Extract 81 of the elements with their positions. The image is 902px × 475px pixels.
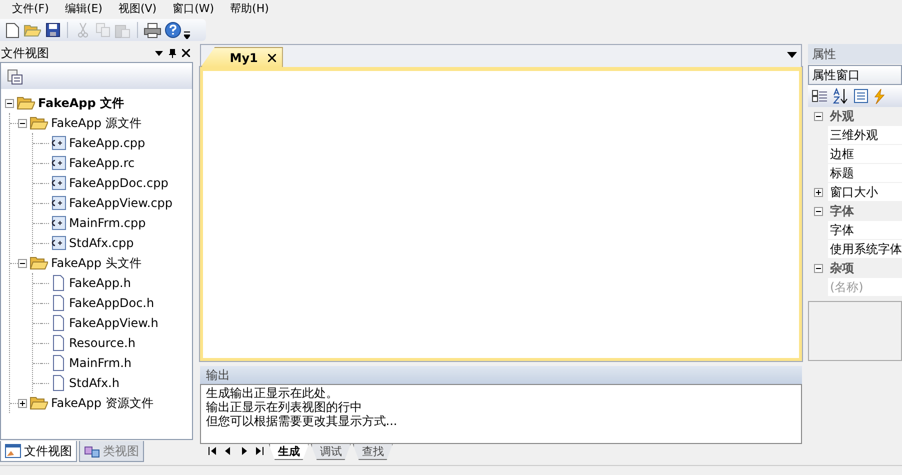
property-page-icon[interactable] xyxy=(854,89,868,103)
sort-icon[interactable] xyxy=(833,88,849,104)
collapse-icon[interactable] xyxy=(814,264,822,272)
output-line: 输出正显示在列表视图的行中 xyxy=(206,400,363,414)
printer-button[interactable] xyxy=(144,22,161,38)
panel-title: 属性 xyxy=(812,46,836,63)
menu-item[interactable]: 文件(F) xyxy=(4,0,57,18)
property-name[interactable]: 使用系统字体 xyxy=(828,240,902,258)
lightning-icon[interactable] xyxy=(873,88,885,104)
tree-item[interactable]: FakeApp 头文件 xyxy=(48,254,142,272)
help-button[interactable] xyxy=(164,22,181,38)
panel-tab[interactable]: 文件视图 xyxy=(0,441,77,462)
tree-item[interactable]: FakeApp 源文件 xyxy=(48,114,142,132)
tree-item[interactable]: MainFrm.cpp xyxy=(66,214,146,232)
close-icon[interactable] xyxy=(182,49,190,57)
menu-item[interactable]: 帮助(H) xyxy=(222,0,277,18)
tree-item[interactable]: StdAfx.h xyxy=(66,374,120,392)
collapse-icon[interactable] xyxy=(18,118,27,128)
tree-item[interactable]: FakeApp.h xyxy=(66,274,131,292)
tree-item[interactable]: FakeAppDoc.h xyxy=(66,294,154,312)
expand-icon[interactable] xyxy=(814,188,822,196)
collapse-icon[interactable] xyxy=(5,98,14,108)
menu-item[interactable]: 编辑(E) xyxy=(56,0,110,18)
document-tab[interactable]: My1 xyxy=(200,47,283,67)
categorized-icon[interactable] xyxy=(812,89,828,103)
cpp-file-icon xyxy=(49,156,66,170)
cpp-file-icon xyxy=(49,176,66,190)
tree-item[interactable]: Resource.h xyxy=(66,334,136,352)
tree-item[interactable]: FakeApp 资源文件 xyxy=(48,394,154,412)
expand-icon[interactable] xyxy=(18,398,27,408)
output-tab[interactable]: 查找 xyxy=(352,444,393,460)
save-button[interactable] xyxy=(44,22,61,38)
panel-title: 输出 xyxy=(206,367,230,384)
tree-item[interactable]: FakeAppView.cpp xyxy=(66,194,173,212)
tree-item[interactable]: MainFrm.h xyxy=(66,354,132,372)
property-name[interactable]: 三维外观 xyxy=(828,126,902,144)
cpp-file-icon xyxy=(49,216,66,230)
category-label: 杂项 xyxy=(828,259,854,277)
folder-icon xyxy=(30,116,48,130)
window-icon xyxy=(5,444,21,458)
first-page-button[interactable] xyxy=(208,447,216,455)
folder-icon xyxy=(17,96,35,110)
previous-button[interactable] xyxy=(224,447,232,455)
combo-box[interactable]: 属性窗口 xyxy=(808,65,902,85)
menu-item[interactable]: 窗口(W) xyxy=(164,0,222,18)
output-tab[interactable]: 生成 xyxy=(268,444,309,460)
pin-icon[interactable] xyxy=(168,48,176,58)
property-name[interactable]: 标题 xyxy=(828,164,902,182)
property-name[interactable]: 字体 xyxy=(828,221,902,239)
category-label: 外观 xyxy=(828,107,854,125)
cpp-file-icon xyxy=(49,196,66,210)
last-page-button[interactable] xyxy=(256,447,264,455)
folder-icon xyxy=(30,256,48,270)
tree-item[interactable]: FakeApp 文件 xyxy=(35,94,124,112)
new-file-button[interactable] xyxy=(4,22,21,38)
dropdown-icon[interactable] xyxy=(154,50,163,56)
collapse-icon[interactable] xyxy=(814,206,822,216)
overflow-icon[interactable] xyxy=(184,31,190,39)
tree-item[interactable]: FakeApp.cpp xyxy=(66,134,146,152)
output-tab[interactable]: 调试 xyxy=(310,444,351,460)
cpp-file-icon xyxy=(49,236,66,250)
cpp-file-icon xyxy=(49,136,66,150)
folder-icon xyxy=(30,396,48,410)
panel-title: 文件视图 xyxy=(1,45,50,62)
menu-item[interactable]: 视图(V) xyxy=(110,0,165,18)
output-line: 生成输出正显示在此处。 xyxy=(206,386,339,400)
classes-icon xyxy=(84,444,100,458)
tree-item[interactable]: FakeAppDoc.cpp xyxy=(66,174,168,192)
tree-item[interactable]: FakeApp.rc xyxy=(66,154,135,172)
collapse-icon[interactable] xyxy=(814,112,822,120)
close-icon[interactable] xyxy=(268,54,276,62)
output-line: 但您可以根据需要更改其显示方式... xyxy=(206,414,398,428)
collapse-icon[interactable] xyxy=(18,258,27,268)
property-name[interactable]: 窗口大小 xyxy=(828,183,902,201)
property-name[interactable]: 边框 xyxy=(828,145,902,163)
next-button[interactable] xyxy=(240,447,248,455)
dropdown-icon[interactable] xyxy=(787,52,797,58)
tree-item[interactable]: StdAfx.cpp xyxy=(66,234,134,252)
properties-icon[interactable] xyxy=(7,69,23,85)
tree-item[interactable]: FakeAppView.h xyxy=(66,314,158,332)
category-label: 字体 xyxy=(828,202,854,220)
